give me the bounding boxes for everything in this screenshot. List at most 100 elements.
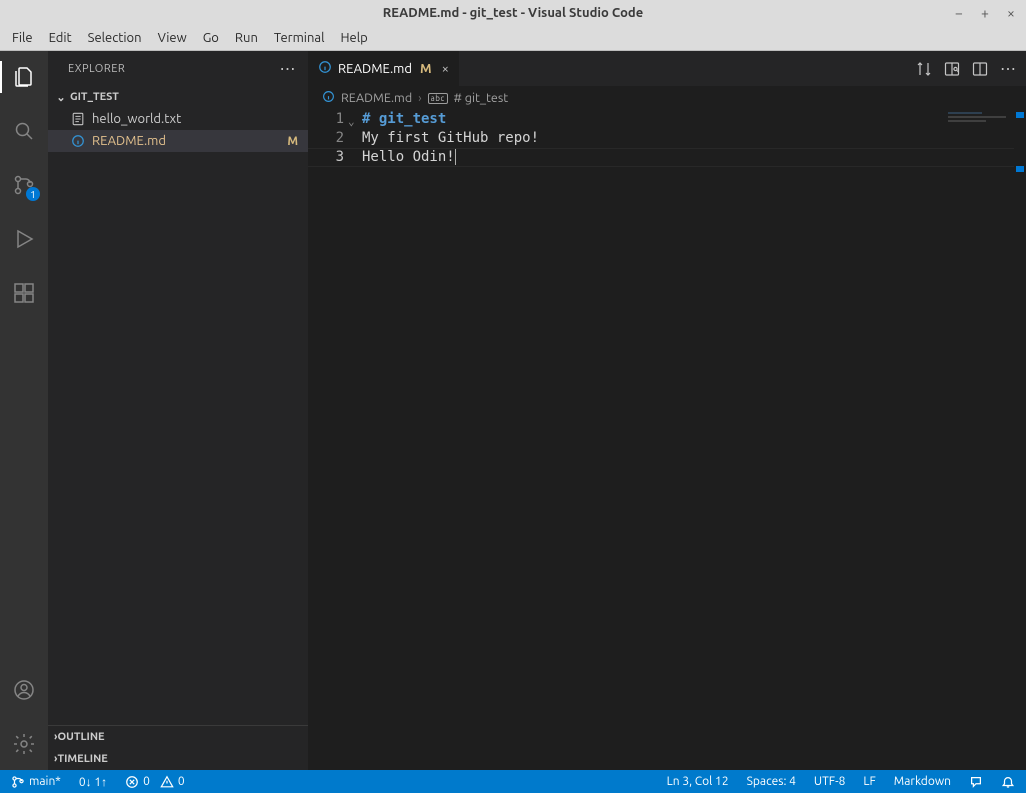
- tab-close-button[interactable]: ×: [442, 62, 449, 76]
- open-preview-button[interactable]: [944, 61, 960, 77]
- source-control-badge: 1: [26, 187, 40, 201]
- activity-explorer[interactable]: [0, 57, 48, 97]
- info-icon: [322, 90, 335, 106]
- editor-content[interactable]: # git_test My first GitHub repo! Hello O…: [362, 110, 1026, 770]
- editor-area[interactable]: ⌄ 1 2 3 # git_test My first GitHub repo!…: [308, 110, 1026, 770]
- overview-ruler[interactable]: [1014, 110, 1026, 770]
- window-controls: − + ×: [950, 0, 1020, 25]
- outline-label: OUTLINE: [57, 731, 104, 743]
- code-line: Hello Odin!: [362, 149, 455, 165]
- file-name: README.md: [92, 134, 166, 148]
- window-maximize-button[interactable]: +: [976, 4, 994, 22]
- explorer-folder-name: GIT_TEST: [70, 91, 119, 103]
- editor-group: README.md M × ⋯: [308, 51, 1026, 770]
- status-indentation[interactable]: Spaces: 4: [744, 770, 799, 793]
- chevron-right-icon: ›: [418, 91, 422, 105]
- file-tree-item[interactable]: hello_world.txt: [48, 108, 308, 130]
- window-minimize-button[interactable]: −: [950, 4, 968, 22]
- menu-run[interactable]: Run: [227, 29, 266, 47]
- split-editor-button[interactable]: [972, 61, 988, 77]
- symbol-string-icon: abc: [428, 93, 448, 104]
- git-branch-icon: [11, 775, 25, 789]
- window-titlebar: README.md - git_test - Visual Studio Cod…: [0, 0, 1026, 25]
- editor-more-button[interactable]: ⋯: [1000, 59, 1016, 78]
- breadcrumb-file[interactable]: README.md: [341, 91, 412, 105]
- extensions-icon: [12, 281, 36, 305]
- file-tree-item[interactable]: README.md M: [48, 130, 308, 152]
- menubar: File Edit Selection View Go Run Terminal…: [0, 25, 1026, 51]
- activity-source-control[interactable]: 1: [0, 165, 48, 205]
- status-warnings: 0: [178, 775, 185, 788]
- chevron-down-icon: ⌄: [54, 91, 68, 104]
- breadcrumbs[interactable]: README.md › abc # git_test: [308, 86, 1026, 110]
- tab-filename: README.md: [338, 62, 412, 76]
- open-changes-button[interactable]: [916, 61, 932, 77]
- file-name: hello_world.txt: [92, 112, 181, 126]
- menu-edit[interactable]: Edit: [41, 29, 80, 47]
- code-line: My first GitHub repo!: [362, 130, 539, 146]
- line-number: 3: [308, 148, 344, 167]
- search-icon: [12, 119, 36, 143]
- line-number: 1: [308, 110, 344, 129]
- line-number: 2: [308, 129, 344, 148]
- timeline-label: TIMELINE: [57, 753, 107, 765]
- minimap[interactable]: [942, 110, 1014, 770]
- status-notifications[interactable]: [998, 770, 1018, 793]
- sidebar-header: EXPLORER ⋯: [48, 51, 308, 86]
- editor-actions: ⋯: [906, 51, 1026, 86]
- info-icon: [70, 133, 86, 149]
- preview-icon: [944, 61, 960, 77]
- sidebar-more-button[interactable]: ⋯: [280, 61, 297, 77]
- files-icon: [12, 65, 36, 89]
- overview-mark: [1016, 112, 1024, 118]
- fold-icon[interactable]: ⌄: [348, 112, 355, 131]
- menu-selection[interactable]: Selection: [80, 29, 150, 47]
- debug-icon: [12, 227, 36, 251]
- window-close-button[interactable]: ×: [1002, 4, 1020, 22]
- status-branch[interactable]: main*: [8, 770, 64, 793]
- status-feedback[interactable]: [966, 770, 986, 793]
- status-language-mode[interactable]: Markdown: [891, 770, 954, 793]
- overview-mark: [1016, 166, 1024, 172]
- editor-tab[interactable]: README.md M ×: [308, 51, 460, 86]
- status-branch-name: main*: [29, 775, 61, 788]
- activity-search[interactable]: [0, 111, 48, 151]
- activity-bar: 1: [0, 51, 48, 770]
- error-icon: [125, 775, 139, 789]
- activity-extensions[interactable]: [0, 273, 48, 313]
- activity-settings[interactable]: [0, 724, 48, 764]
- feedback-icon: [969, 775, 983, 789]
- status-sync[interactable]: 0↓ 1↑: [76, 770, 110, 793]
- text-cursor: [455, 149, 456, 165]
- compare-icon: [916, 61, 932, 77]
- menu-file[interactable]: File: [4, 29, 41, 47]
- file-lines-icon: [70, 111, 86, 127]
- status-encoding[interactable]: UTF-8: [811, 770, 848, 793]
- status-bar: main* 0↓ 1↑ 0 0 Ln 3, Col 12 Spaces: 4 U…: [0, 770, 1026, 793]
- gear-icon: [12, 732, 36, 756]
- window-title: README.md - git_test - Visual Studio Cod…: [383, 6, 643, 20]
- modified-indicator: M: [287, 135, 298, 148]
- status-eol[interactable]: LF: [860, 770, 878, 793]
- editor-gutter: ⌄ 1 2 3: [308, 110, 362, 770]
- sidebar: EXPLORER ⋯ ⌄ GIT_TEST hello_world.txt: [48, 51, 308, 770]
- status-problems[interactable]: 0 0: [122, 770, 188, 793]
- status-errors: 0: [143, 775, 150, 788]
- menu-view[interactable]: View: [150, 29, 195, 47]
- code-line: # git_test: [362, 111, 446, 127]
- menu-help[interactable]: Help: [332, 29, 375, 47]
- activity-accounts[interactable]: [0, 670, 48, 710]
- sidebar-title: EXPLORER: [68, 63, 125, 75]
- outline-section[interactable]: › OUTLINE: [48, 726, 308, 748]
- explorer-folder-header[interactable]: ⌄ GIT_TEST: [48, 86, 308, 108]
- tabs-row: README.md M × ⋯: [308, 51, 1026, 86]
- menu-go[interactable]: Go: [195, 29, 227, 47]
- activity-run-debug[interactable]: [0, 219, 48, 259]
- split-icon: [972, 61, 988, 77]
- status-cursor-position[interactable]: Ln 3, Col 12: [664, 770, 732, 793]
- file-tree: hello_world.txt README.md M: [48, 108, 308, 725]
- info-icon: [318, 60, 332, 77]
- menu-terminal[interactable]: Terminal: [266, 29, 333, 47]
- timeline-section[interactable]: › TIMELINE: [48, 748, 308, 770]
- breadcrumb-symbol[interactable]: # git_test: [454, 91, 509, 105]
